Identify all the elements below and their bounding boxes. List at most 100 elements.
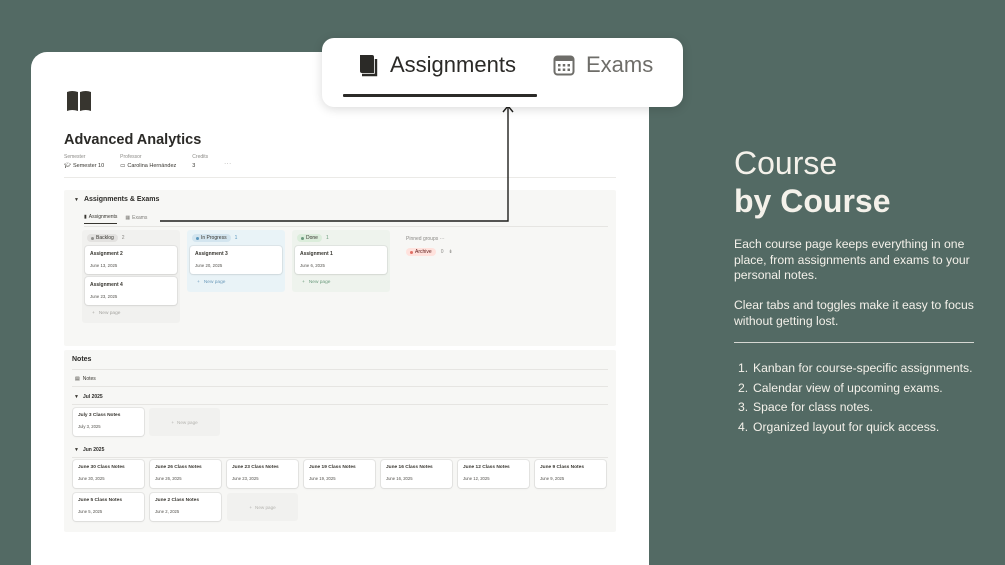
list-item: 3. Space for class notes. bbox=[734, 400, 979, 416]
status-badge[interactable]: Archive bbox=[406, 248, 436, 256]
note-card[interactable]: June 30 Class Notes June 30, 2025 bbox=[73, 460, 144, 488]
section-title: Assignments & Exams bbox=[83, 196, 160, 203]
tabs-callout: Assignments Exams bbox=[322, 38, 683, 107]
section-toggle[interactable]: ▼ Assignments & Exams bbox=[74, 196, 159, 203]
property-value: Semester 10 bbox=[72, 163, 105, 169]
card-title: June 30 Class Notes bbox=[78, 465, 125, 470]
feature-text: Kanban for course-specific assignments. bbox=[753, 361, 973, 375]
property-semester[interactable]: Semester 🎓︎ Semester 10 bbox=[64, 154, 104, 169]
tab-exams[interactable]: Exams bbox=[553, 52, 653, 78]
group-label: Jun 2025 bbox=[82, 447, 105, 453]
card-date: June 23, 2025 bbox=[232, 476, 259, 481]
tab-assignments[interactable]: Assignments bbox=[357, 52, 516, 78]
kanban-card[interactable]: Assignment 4 June 23, 2025 bbox=[85, 277, 177, 305]
card-date: July 3, 2025 bbox=[78, 424, 101, 429]
kanban-card[interactable]: Assignment 3 June 20, 2025 bbox=[190, 246, 282, 274]
tab-assignments[interactable]: ▮ Assignments bbox=[84, 214, 118, 224]
tab-label: Notes bbox=[82, 376, 96, 382]
view-tabs: ▮ Assignments ▦ Exams bbox=[84, 214, 147, 224]
card-date: June 30, 2025 bbox=[78, 476, 105, 481]
divider bbox=[72, 457, 608, 458]
more-icon[interactable]: ··· bbox=[440, 236, 445, 242]
divider bbox=[64, 177, 616, 178]
list-number: 3. bbox=[738, 400, 749, 414]
list-item: 1. Kanban for course-specific assignments… bbox=[734, 361, 979, 377]
new-page-button[interactable]: + New page bbox=[149, 408, 220, 436]
new-page-label: New page bbox=[177, 419, 198, 425]
new-page-button[interactable]: + New page bbox=[190, 277, 282, 288]
note-card[interactable]: June 9 Class Notes June 9, 2025 bbox=[535, 460, 606, 488]
caret-down-icon: ▼ bbox=[74, 394, 79, 400]
card-date: June 26, 2025 bbox=[155, 476, 182, 481]
active-tab-indicator bbox=[343, 94, 537, 97]
new-page-button[interactable]: + New page bbox=[295, 277, 387, 288]
kanban-card[interactable]: Assignment 1 June 6, 2025 bbox=[295, 246, 387, 274]
status-label: In Progress bbox=[201, 235, 227, 241]
divider bbox=[72, 369, 608, 370]
property-credits[interactable]: Credits 3 bbox=[192, 154, 208, 169]
property-professor[interactable]: Professor ▭ Carolina Hernández bbox=[120, 154, 176, 169]
feature-text: Calendar view of upcoming exams. bbox=[753, 380, 943, 395]
list-item: 2. Calendar view of upcoming exams. bbox=[734, 381, 979, 397]
card-date: June 13, 2025 bbox=[90, 263, 118, 268]
more-properties-button[interactable]: ··· bbox=[224, 161, 232, 169]
notes-icon: ▤ bbox=[75, 376, 80, 382]
note-card[interactable]: June 23 Class Notes June 23, 2025 bbox=[227, 460, 298, 488]
divider bbox=[734, 342, 974, 343]
new-page-button[interactable]: + New page bbox=[85, 308, 177, 319]
tab-notes[interactable]: ▤ Notes bbox=[75, 376, 96, 382]
note-card[interactable]: June 26 Class Notes June 26, 2025 bbox=[150, 460, 221, 488]
note-card[interactable]: July 3 Class Notes July 3, 2025 bbox=[73, 408, 144, 436]
page-properties: Semester 🎓︎ Semester 10 Professor ▭ Caroli… bbox=[64, 154, 232, 169]
calendar-icon: ▦ bbox=[125, 214, 131, 221]
assignments-exams-section: ▼ Assignments & Exams ▮ Assignments ▦ Ex… bbox=[64, 190, 616, 346]
caret-down-icon: ▼ bbox=[74, 447, 79, 453]
hidden-group-archive[interactable]: Archive 0 ⇟ bbox=[406, 248, 453, 256]
card-title: June 26 Class Notes bbox=[155, 465, 202, 470]
list-item: 4. Organized layout for quick access. bbox=[734, 420, 979, 436]
book-icon: ▮ bbox=[84, 214, 87, 220]
hidden-groups-label[interactable]: Pinned groups ··· bbox=[406, 236, 445, 242]
status-badge[interactable]: Backlog bbox=[87, 234, 118, 242]
list-number: 1. bbox=[738, 361, 749, 375]
tab-label: Exams bbox=[132, 214, 148, 221]
new-page-button[interactable]: + New page bbox=[227, 493, 298, 521]
kanban-column-done: Done 1 Assignment 1 June 6, 2025 + New pa… bbox=[292, 230, 390, 292]
divider bbox=[84, 226, 608, 227]
promo-paragraph: Clear tabs and toggles make it easy to f… bbox=[734, 298, 974, 328]
column-count: 1 bbox=[325, 235, 329, 241]
column-count: 0 bbox=[440, 249, 444, 255]
note-card[interactable]: June 5 Class Notes June 5, 2025 bbox=[73, 493, 144, 521]
feature-list: 1. Kanban for course-specific assignments… bbox=[734, 361, 979, 439]
card-date: June 23, 2025 bbox=[90, 294, 118, 299]
notes-section: Notes ▤ Notes ▼ Jul 2025 July 3 Class Note… bbox=[64, 350, 616, 532]
status-label: Archive bbox=[415, 249, 432, 255]
status-badge[interactable]: Done bbox=[297, 234, 322, 242]
card-title: June 23 Class Notes bbox=[232, 465, 279, 470]
note-card[interactable]: June 2 Class Notes June 2, 2025 bbox=[150, 493, 221, 521]
graduation-cap-icon: 🎓︎ bbox=[64, 163, 71, 169]
group-toggle-jul-2025[interactable]: ▼ Jul 2025 bbox=[74, 394, 103, 400]
group-toggle-jun-2025[interactable]: ▼ Jun 2025 bbox=[74, 447, 104, 453]
property-name: Semester bbox=[64, 154, 86, 160]
plus-icon: + bbox=[197, 280, 200, 285]
card-title: Assignment 3 bbox=[195, 251, 228, 257]
pin-icon[interactable]: ⇟ bbox=[448, 249, 452, 255]
caret-down-icon: ▼ bbox=[74, 196, 79, 203]
id-card-icon: ▭ bbox=[120, 163, 126, 169]
headline-line-2: by Course bbox=[734, 183, 891, 219]
kanban-card[interactable]: Assignment 2 June 13, 2025 bbox=[85, 246, 177, 274]
card-date: June 6, 2025 bbox=[300, 263, 325, 268]
status-dot bbox=[301, 236, 304, 240]
section-title: Notes bbox=[72, 356, 92, 363]
tab-exams[interactable]: ▦ Exams bbox=[125, 214, 147, 224]
tab-label: Exams bbox=[586, 52, 654, 77]
note-card[interactable]: June 12 Class Notes June 12, 2025 bbox=[458, 460, 529, 488]
group-label: Jul 2025 bbox=[82, 394, 103, 400]
card-date: June 2, 2025 bbox=[155, 509, 180, 514]
new-page-label: New page bbox=[308, 280, 331, 285]
note-card[interactable]: June 19 Class Notes June 19, 2025 bbox=[304, 460, 375, 488]
new-page-label: New page bbox=[98, 311, 121, 316]
status-badge[interactable]: In Progress bbox=[192, 234, 231, 242]
note-card[interactable]: June 16 Class Notes June 16, 2025 bbox=[381, 460, 452, 488]
